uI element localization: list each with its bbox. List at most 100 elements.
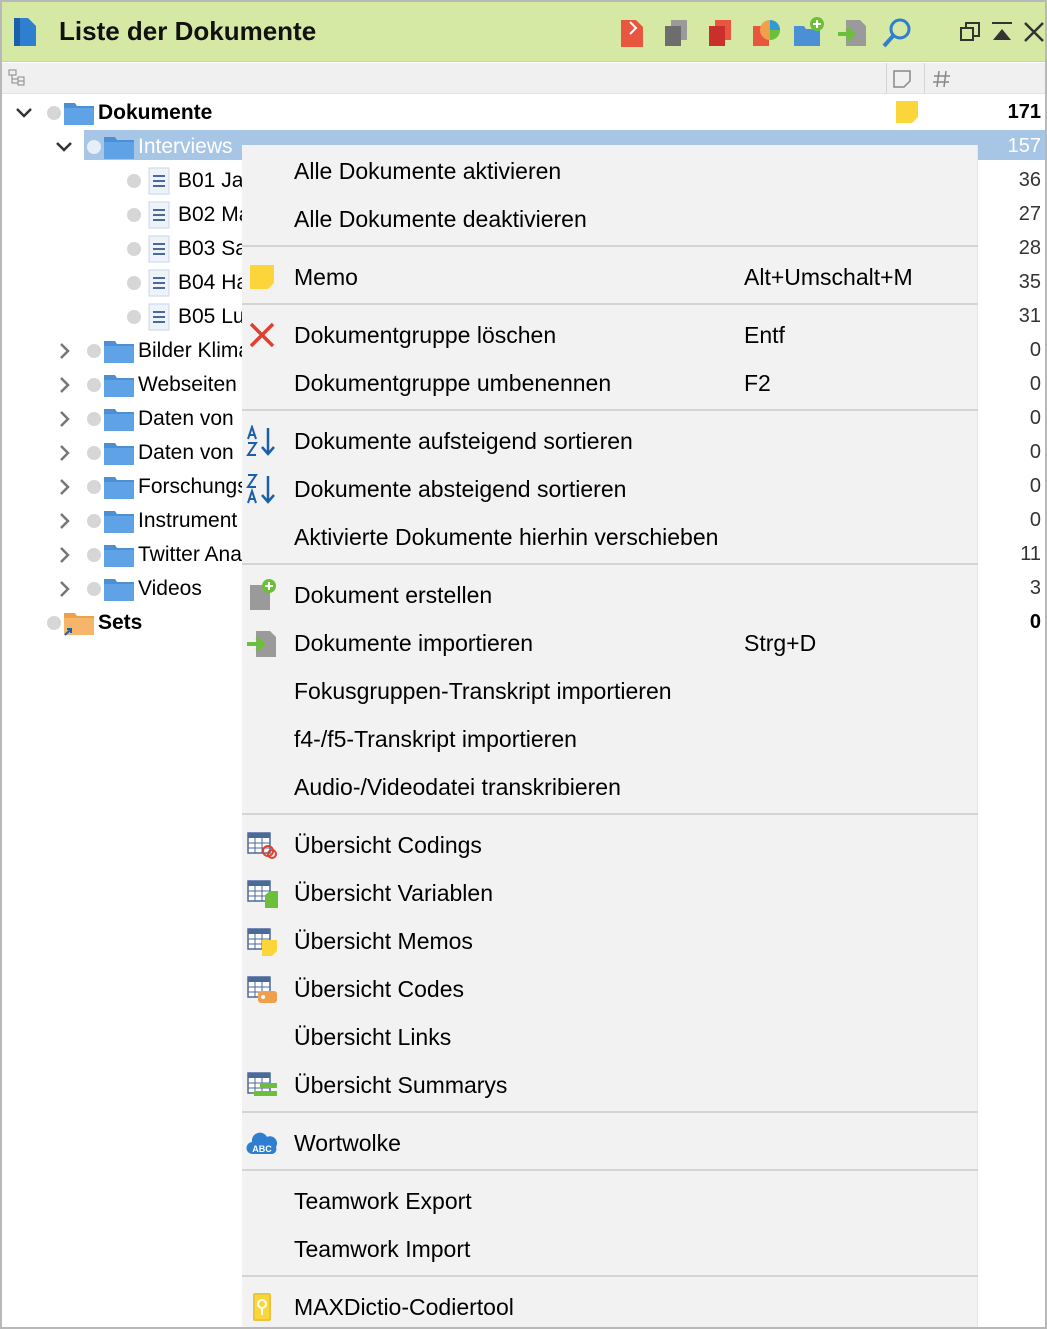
new-folder-icon[interactable]	[792, 16, 826, 50]
menu-item-label: Memo	[294, 264, 358, 290]
menu-item-activate-all[interactable]: Alle Dokumente aktivieren	[242, 147, 978, 195]
activation-dot[interactable]	[127, 208, 141, 222]
tree-count: 27	[1018, 203, 1041, 225]
menu-item-overview-links[interactable]: Übersicht Links	[242, 1013, 978, 1061]
menu-item-overview-variables[interactable]: Übersicht Variablen	[242, 869, 978, 917]
menu-item-word-cloud[interactable]: ABC Wortwolke	[242, 1119, 978, 1167]
menu-item-delete-group[interactable]: Dokumentgruppe löschen Entf	[242, 311, 978, 359]
menu-item-create-document[interactable]: Dokument erstellen	[242, 571, 978, 619]
chevron-right-icon[interactable]	[54, 511, 74, 531]
document-list-icon	[14, 18, 36, 46]
menu-item-teamwork-export[interactable]: Teamwork Export	[242, 1177, 978, 1225]
chevron-right-icon[interactable]	[54, 341, 74, 361]
folder-icon	[104, 443, 134, 465]
menu-item-label: Übersicht Variablen	[294, 880, 494, 906]
menu-item-rename-group[interactable]: Dokumentgruppe umbenennen F2	[242, 359, 978, 407]
tree-label: Videos	[138, 577, 202, 600]
activation-dot[interactable]	[87, 140, 101, 154]
menu-item-label: Dokumente absteigend sortieren	[294, 476, 627, 502]
tree-count: 0	[1029, 611, 1041, 633]
menu-shortcut: Entf	[744, 322, 785, 348]
search-icon[interactable]	[880, 16, 914, 50]
document-browser-window: Liste der Dokumente Dokumente 171 Interv…	[0, 0, 1047, 1329]
menu-item-label: Teamwork Import	[294, 1236, 471, 1262]
menu-item-transcribe-media[interactable]: Audio-/Videodatei transkribieren	[242, 763, 978, 811]
menu-item-import-documents[interactable]: Dokumente importieren Strg+D	[242, 619, 978, 667]
menu-item-memo[interactable]: Memo Alt+Umschalt+M	[242, 253, 978, 301]
menu-item-import-focus-group[interactable]: Fokusgruppen-Transkript importieren	[242, 667, 978, 715]
menu-item-move-activated[interactable]: Aktivierte Dokumente hierhin verschieben	[242, 513, 978, 561]
tree-count: 0	[1029, 475, 1041, 497]
menu-item-sort-ascending[interactable]: Dokumente aufsteigend sortieren	[242, 417, 978, 465]
activation-dot[interactable]	[87, 344, 101, 358]
tree-view-icon[interactable]	[8, 69, 26, 87]
activation-dot[interactable]	[127, 310, 141, 324]
context-menu: Alle Dokumente aktivieren Alle Dokumente…	[242, 145, 978, 1327]
column-header	[2, 63, 1045, 94]
color-documents-icon[interactable]	[748, 16, 782, 50]
activation-dot[interactable]	[127, 174, 141, 188]
menu-item-overview-summaries[interactable]: Übersicht Summarys	[242, 1061, 978, 1109]
tree-label: Bilder Klima	[138, 339, 251, 362]
memo-icon[interactable]	[895, 100, 919, 124]
sets-folder-icon	[64, 613, 94, 636]
chevron-right-icon[interactable]	[54, 375, 74, 395]
menu-item-overview-memos[interactable]: Übersicht Memos	[242, 917, 978, 965]
tree-label: Instrument	[138, 509, 238, 532]
word-cloud-icon: ABC	[246, 1132, 278, 1155]
text-document-icon	[148, 303, 170, 331]
table-codings-icon	[247, 832, 277, 859]
activation-dot[interactable]	[47, 106, 61, 120]
tree-label: B02 Ma	[178, 203, 251, 226]
window-title: Liste der Dokumente	[59, 16, 317, 46]
tree-count: 0	[1029, 339, 1041, 361]
activation-dot[interactable]	[127, 242, 141, 256]
tree-count: 28	[1018, 237, 1041, 259]
chevron-right-icon[interactable]	[54, 545, 74, 565]
collapse-up-icon[interactable]	[990, 20, 1014, 44]
chevron-right-icon[interactable]	[54, 443, 74, 463]
activation-dot[interactable]	[127, 276, 141, 290]
menu-item-deactivate-all[interactable]: Alle Dokumente deaktivieren	[242, 195, 978, 243]
import-icon[interactable]	[836, 16, 870, 50]
tree-label: Interviews	[138, 135, 233, 158]
document-set-icon[interactable]	[616, 16, 650, 50]
text-document-icon	[148, 201, 170, 229]
menu-item-overview-codes[interactable]: Übersicht Codes	[242, 965, 978, 1013]
activation-dot[interactable]	[87, 480, 101, 494]
hash-icon[interactable]	[932, 69, 952, 89]
chevron-down-icon[interactable]	[54, 137, 74, 157]
menu-item-label: Übersicht Codings	[294, 832, 482, 858]
menu-item-label: Teamwork Export	[294, 1188, 472, 1214]
memo-column-icon[interactable]	[892, 69, 912, 89]
sort-ascending-icon	[246, 425, 275, 456]
activation-dot[interactable]	[87, 514, 101, 528]
menu-item-sort-descending[interactable]: Dokumente absteigend sortieren	[242, 465, 978, 513]
import-document-icon	[247, 631, 276, 657]
menu-separator	[242, 245, 978, 247]
tree-count: 11	[1020, 543, 1041, 565]
activation-dot[interactable]	[87, 446, 101, 460]
activation-dot[interactable]	[87, 412, 101, 426]
activation-dot[interactable]	[87, 582, 101, 596]
activation-dot[interactable]	[87, 378, 101, 392]
menu-item-label: Übersicht Memos	[294, 928, 473, 954]
chevron-right-icon[interactable]	[54, 409, 74, 429]
chevron-right-icon[interactable]	[54, 477, 74, 497]
tree-row-dokumente[interactable]: Dokumente 171	[2, 96, 1045, 130]
restore-icon[interactable]	[958, 20, 982, 44]
close-icon[interactable]	[1022, 20, 1046, 44]
menu-item-teamwork-import[interactable]: Teamwork Import	[242, 1225, 978, 1273]
folder-icon	[104, 137, 134, 159]
tree-label: B04 Ha	[178, 271, 249, 294]
menu-item-maxdictio[interactable]: MAXDictio-Codiertool	[242, 1283, 978, 1327]
menu-item-import-f4-transcript[interactable]: f4-/f5-Transkript importieren	[242, 715, 978, 763]
dictionary-icon	[253, 1293, 271, 1321]
chevron-right-icon[interactable]	[54, 579, 74, 599]
chevron-down-icon[interactable]	[14, 103, 34, 123]
red-documents-icon[interactable]	[704, 16, 738, 50]
activation-dot[interactable]	[87, 548, 101, 562]
menu-item-overview-codings[interactable]: Übersicht Codings	[242, 821, 978, 869]
copy-documents-icon[interactable]	[660, 16, 694, 50]
activation-dot[interactable]	[47, 616, 61, 630]
